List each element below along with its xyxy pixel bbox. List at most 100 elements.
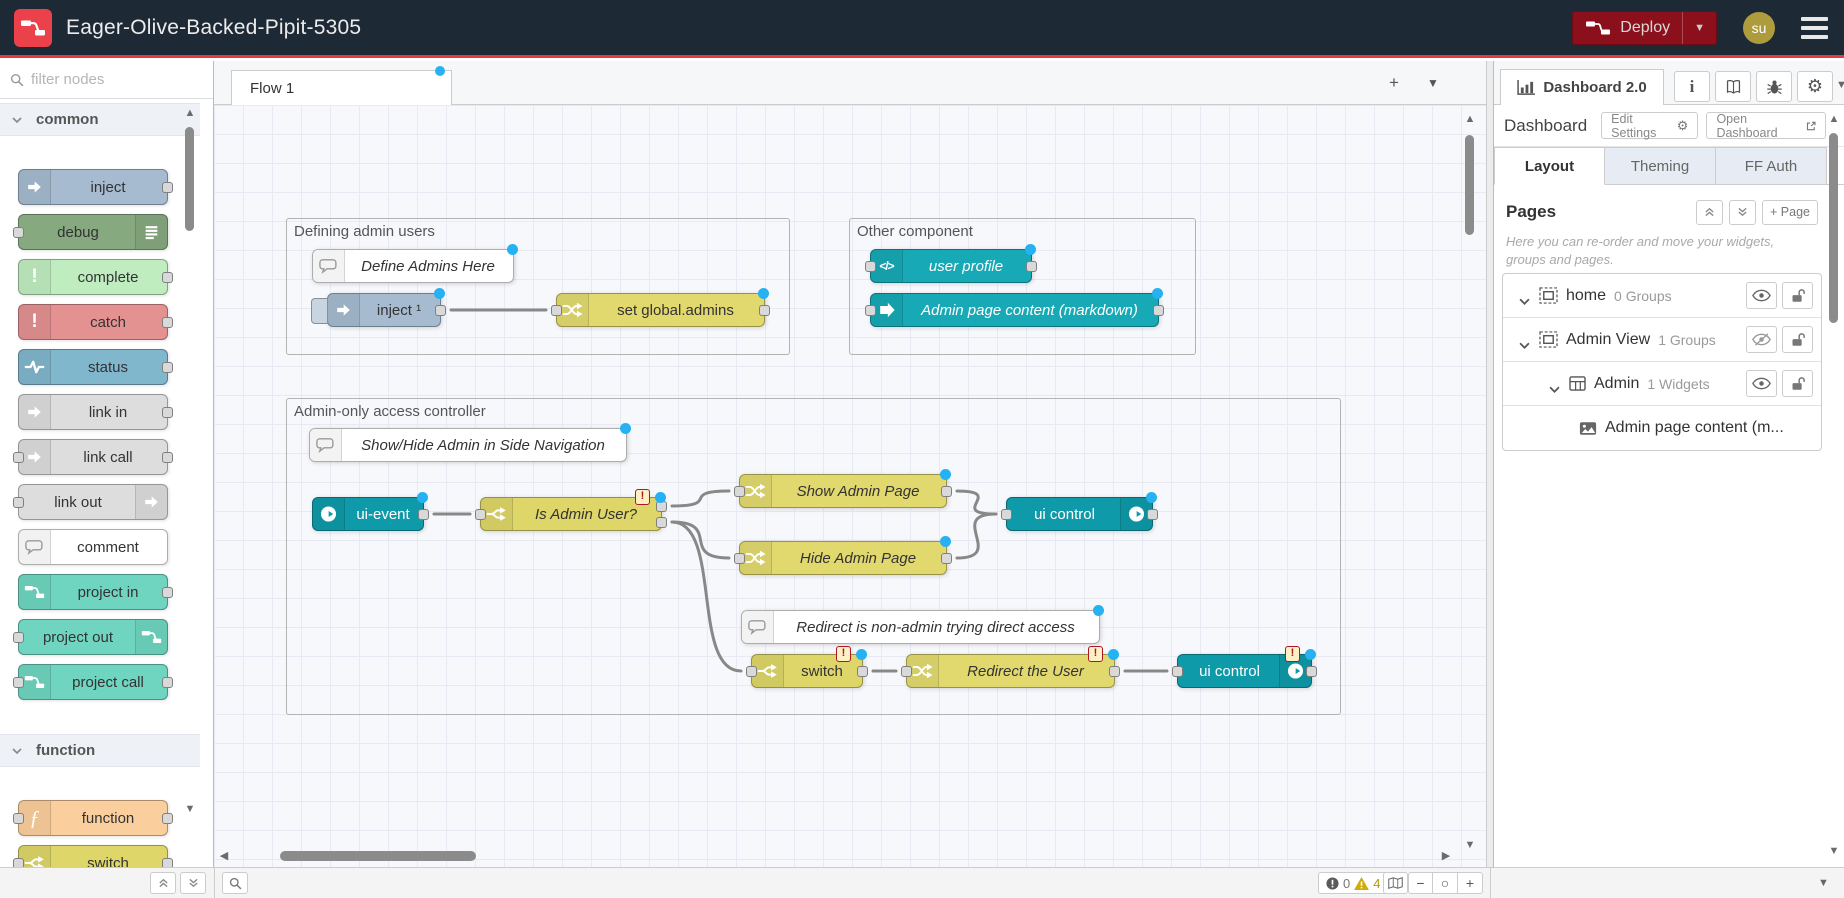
input-port[interactable] <box>13 227 24 238</box>
palette-node-project-call[interactable]: project call <box>18 664 168 700</box>
palette-scrollbar-thumb[interactable] <box>185 127 194 231</box>
input-port[interactable] <box>475 509 486 520</box>
scroll-up-icon[interactable]: ▲ <box>184 107 196 119</box>
input-port[interactable] <box>746 666 757 677</box>
palette-node-complete[interactable]: !complete <box>18 259 168 295</box>
zoom-out-button[interactable]: − <box>1408 872 1433 894</box>
tab-theming[interactable]: Theming <box>1605 147 1716 185</box>
input-port[interactable] <box>865 305 876 316</box>
visibility-toggle-button[interactable] <box>1746 282 1777 309</box>
palette-category-common[interactable]: common <box>0 103 200 136</box>
palette-node-switch[interactable]: switch <box>18 845 168 867</box>
expand-all-button[interactable] <box>1729 200 1756 225</box>
user-avatar[interactable]: su <box>1743 12 1775 44</box>
open-dashboard-button[interactable]: Open Dashboard <box>1706 112 1826 139</box>
output-port[interactable] <box>162 272 173 283</box>
lock-toggle-button[interactable] <box>1782 326 1813 353</box>
deploy-options-caret[interactable]: ▼ <box>1682 12 1716 44</box>
tree-row-admin-page-content-m[interactable]: Admin page content (m... <box>1503 406 1821 450</box>
node-define-admins-here[interactable]: Define Admins Here <box>312 249 514 283</box>
palette-node-link-call[interactable]: link call <box>18 439 168 475</box>
node-user-profile[interactable]: </>user profile <box>870 249 1032 283</box>
input-port[interactable] <box>13 813 24 824</box>
inject-trigger-button[interactable] <box>311 298 328 324</box>
help-tab-button[interactable] <box>1715 71 1751 102</box>
output-port[interactable] <box>162 407 173 418</box>
scroll-right-icon[interactable]: ▶ <box>1440 850 1452 862</box>
palette-node-project-out[interactable]: project out <box>18 619 168 655</box>
node-switch[interactable]: switch! <box>751 654 863 688</box>
lock-toggle-button[interactable] <box>1782 370 1813 397</box>
input-port[interactable] <box>13 452 24 463</box>
output-port[interactable] <box>162 317 173 328</box>
input-port[interactable] <box>734 553 745 564</box>
tree-row-admin[interactable]: Admin1 Widgets <box>1503 362 1821 406</box>
zoom-reset-button[interactable]: ○ <box>1433 872 1458 894</box>
palette-node-debug[interactable]: debug <box>18 214 168 250</box>
notification-counts[interactable]: 0 4 <box>1318 872 1388 894</box>
input-port[interactable] <box>1001 509 1012 520</box>
tree-row-home[interactable]: home0 Groups <box>1503 274 1821 318</box>
palette-node-link-out[interactable]: link out <box>18 484 168 520</box>
scroll-down-icon[interactable]: ▼ <box>184 803 196 815</box>
canvas-vscrollbar[interactable]: ▲ ▼ <box>1464 109 1476 859</box>
flow-list-caret[interactable]: ▼ <box>1427 76 1439 90</box>
input-port[interactable] <box>865 261 876 272</box>
main-menu-icon[interactable] <box>1801 17 1828 39</box>
input-port[interactable] <box>734 486 745 497</box>
add-page-button[interactable]: + Page <box>1762 200 1818 225</box>
output-port[interactable] <box>162 182 173 193</box>
scroll-up-icon[interactable]: ▲ <box>1828 113 1840 125</box>
palette-expand-all-button[interactable] <box>180 872 206 894</box>
output-port[interactable] <box>162 677 173 688</box>
output-port[interactable] <box>1153 305 1164 316</box>
node-is-admin-user[interactable]: Is Admin User?! <box>480 497 662 531</box>
debug-tab-button[interactable] <box>1756 71 1792 102</box>
output-port[interactable] <box>162 858 173 867</box>
palette-node-comment[interactable]: comment <box>18 529 168 565</box>
canvas-hscrollbar[interactable]: ◀ ▶ <box>214 849 1462 863</box>
tab-layout[interactable]: Layout <box>1494 147 1605 185</box>
node-redirect-the-user[interactable]: Redirect the User! <box>906 654 1115 688</box>
node-inject[interactable]: inject ¹ <box>327 293 441 327</box>
palette-search[interactable] <box>0 61 213 99</box>
sidebar-scrollbar[interactable]: ▲ ▼ <box>1828 111 1840 861</box>
canvas-hscroll-thumb[interactable] <box>280 851 476 861</box>
node-ui-event[interactable]: ui-event <box>312 497 424 531</box>
input-port[interactable] <box>551 305 562 316</box>
node-ui-control[interactable]: ui control! <box>1177 654 1312 688</box>
filter-nodes-input[interactable] <box>31 71 181 88</box>
input-port[interactable] <box>13 677 24 688</box>
palette-scrollbar[interactable]: ▲ ▼ <box>184 61 196 829</box>
input-port[interactable] <box>13 497 24 508</box>
tree-row-admin-view[interactable]: Admin View1 Groups <box>1503 318 1821 362</box>
output-port[interactable] <box>759 305 770 316</box>
minimap-button[interactable] <box>1383 872 1408 894</box>
canvas-vscroll-thumb[interactable] <box>1465 135 1474 235</box>
flow-canvas[interactable]: Defining admin users Other componentAdmin… <box>214 105 1486 867</box>
visibility-toggle-button[interactable] <box>1746 326 1777 353</box>
visibility-toggle-button[interactable] <box>1746 370 1777 397</box>
palette-node-status[interactable]: status <box>18 349 168 385</box>
group-defining-admin-users[interactable]: Defining admin users <box>286 218 790 355</box>
chevron-down-icon[interactable] <box>1549 380 1560 387</box>
palette-node-link-in[interactable]: link in <box>18 394 168 430</box>
edit-settings-button[interactable]: Edit Settings ⚙ <box>1601 112 1698 139</box>
palette-category-function[interactable]: function <box>0 734 200 767</box>
output-port[interactable] <box>162 813 173 824</box>
palette-node-function[interactable]: ƒfunction <box>18 800 168 836</box>
output-port[interactable] <box>162 587 173 598</box>
output-port[interactable] <box>162 362 173 373</box>
node-show-hide-admin-in-side-navigation[interactable]: Show/Hide Admin in Side Navigation <box>309 428 627 462</box>
lock-toggle-button[interactable] <box>1782 282 1813 309</box>
node-admin-page-content-markdown[interactable]: Admin page content (markdown) <box>870 293 1159 327</box>
config-tab-button[interactable]: ⚙ <box>1797 71 1833 102</box>
input-port[interactable] <box>13 632 24 643</box>
palette-node-catch[interactable]: !catch <box>18 304 168 340</box>
scroll-down-icon[interactable]: ▼ <box>1828 845 1840 857</box>
palette-node-project-in[interactable]: project in <box>18 574 168 610</box>
input-port[interactable] <box>1172 666 1183 677</box>
group-other-component[interactable]: Other component <box>849 218 1196 355</box>
tab-ff-auth[interactable]: FF Auth <box>1716 147 1827 185</box>
node-set-global-admins[interactable]: set global.admins <box>556 293 765 327</box>
